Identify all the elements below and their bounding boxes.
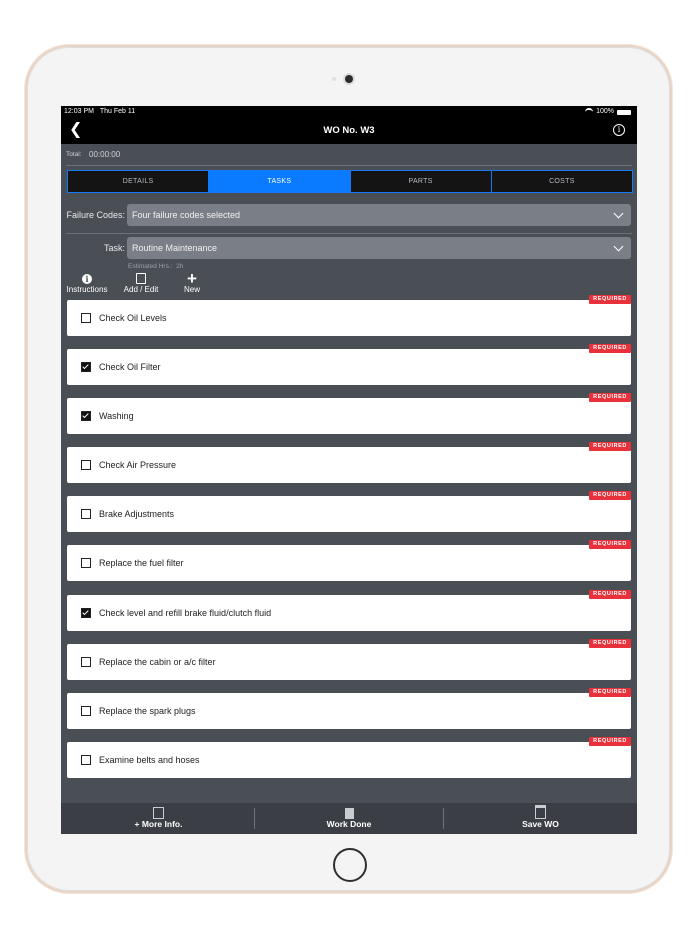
list-item[interactable]: REQUIRED Replace the fuel filter xyxy=(67,540,631,581)
required-badge: REQUIRED xyxy=(589,295,631,304)
battery-icon xyxy=(617,109,631,115)
status-time: 12:03 PM Thu Feb 11 xyxy=(64,108,136,115)
new-button[interactable]: + New xyxy=(179,268,205,295)
tab-details[interactable]: DETAILS xyxy=(68,171,210,192)
wifi-icon xyxy=(585,108,594,116)
chevron-down-icon xyxy=(613,241,624,252)
total-time: Total: 00:00:00 xyxy=(61,144,637,165)
page-title: WO No. W3 xyxy=(323,125,375,136)
failure-codes-select[interactable]: Four failure codes selected xyxy=(127,204,631,226)
save-icon xyxy=(535,805,546,819)
task-item-label: Check Oil Filter xyxy=(99,362,161,372)
task-actions: i Instructions Add / Edit + New xyxy=(61,268,637,298)
more-info-button[interactable]: + More Info. xyxy=(61,803,256,834)
required-badge: REQUIRED xyxy=(589,639,631,648)
checkbox[interactable] xyxy=(81,608,91,618)
plus-icon: + xyxy=(187,268,197,288)
required-badge: REQUIRED xyxy=(589,344,631,353)
toolbar-separator xyxy=(254,808,255,829)
checkbox[interactable] xyxy=(81,313,91,323)
task-item-label: Washing xyxy=(99,411,134,421)
list-item[interactable]: REQUIRED Check level and refill brake fl… xyxy=(67,590,631,631)
save-wo-button[interactable]: Save WO xyxy=(444,803,637,834)
document-icon xyxy=(344,808,354,819)
camera xyxy=(345,75,353,83)
list-item[interactable]: REQUIRED Brake Adjustments xyxy=(67,491,631,532)
checkbox[interactable] xyxy=(81,706,91,716)
checkbox[interactable] xyxy=(81,657,91,667)
task-row: Task: Routine Maintenance xyxy=(61,237,637,259)
add-edit-button[interactable]: Add / Edit xyxy=(119,272,163,294)
app-screen: 12:03 PM Thu Feb 11 100% ❮ WO No. W3 i T… xyxy=(61,106,637,834)
list-item[interactable]: REQUIRED Replace the cabin or a/c filter xyxy=(67,639,631,680)
required-badge: REQUIRED xyxy=(589,540,631,549)
task-item-label: Replace the fuel filter xyxy=(99,558,184,568)
tab-tasks[interactable]: TASKS xyxy=(209,171,351,192)
battery-percent: 100% xyxy=(596,108,614,115)
edit-doc-icon xyxy=(136,273,146,284)
sensor xyxy=(332,77,336,81)
failure-codes-label: Failure Codes: xyxy=(66,210,125,220)
instructions-button[interactable]: i Instructions xyxy=(63,272,111,294)
export-icon xyxy=(153,807,164,819)
total-value: 00:00:00 xyxy=(89,150,121,159)
failure-codes-row: Failure Codes: Four failure codes select… xyxy=(61,204,637,226)
divider xyxy=(66,165,632,166)
tab-parts[interactable]: PARTS xyxy=(351,171,492,192)
list-item[interactable]: REQUIRED Check Oil Filter xyxy=(67,344,631,385)
list-item[interactable]: REQUIRED Replace the spark plugs xyxy=(67,688,631,729)
task-item-label: Check Oil Levels xyxy=(99,313,167,323)
checkbox[interactable] xyxy=(81,755,91,765)
task-value: Routine Maintenance xyxy=(132,243,218,253)
required-badge: REQUIRED xyxy=(589,491,631,500)
checkbox[interactable] xyxy=(81,460,91,470)
task-item-label: Replace the cabin or a/c filter xyxy=(99,657,216,667)
tab-bar: DETAILS TASKS PARTS COSTS xyxy=(67,170,633,193)
status-bar: 12:03 PM Thu Feb 11 100% xyxy=(61,106,637,118)
task-item-label: Check level and refill brake fluid/clutc… xyxy=(99,608,272,618)
checkbox[interactable] xyxy=(81,558,91,568)
checkbox[interactable] xyxy=(81,509,91,519)
info-icon: i xyxy=(82,273,92,284)
checkbox[interactable] xyxy=(81,411,91,421)
list-item[interactable]: REQUIRED Examine belts and hoses xyxy=(67,737,631,778)
task-label: Task: xyxy=(103,243,125,253)
task-item-label: Brake Adjustments xyxy=(99,509,175,519)
list-item[interactable]: REQUIRED Check Oil Levels xyxy=(67,295,631,336)
tab-costs[interactable]: COSTS xyxy=(492,171,632,192)
required-badge: REQUIRED xyxy=(589,442,631,451)
chevron-down-icon xyxy=(613,208,624,219)
estimated-hours: Estimated Hrs.: 2h xyxy=(128,263,184,270)
task-item-label: Check Air Pressure xyxy=(99,460,177,470)
task-select[interactable]: Routine Maintenance xyxy=(127,237,631,259)
failure-codes-value: Four failure codes selected xyxy=(132,210,241,220)
nav-bar: ❮ WO No. W3 i xyxy=(61,118,637,144)
task-item-label: Examine belts and hoses xyxy=(99,755,200,765)
info-circle-icon[interactable]: i xyxy=(613,124,625,136)
list-item[interactable]: REQUIRED Check Air Pressure xyxy=(67,442,631,483)
total-label: Total: xyxy=(66,151,82,158)
divider xyxy=(66,233,632,234)
bottom-toolbar: + More Info. Work Done Save WO xyxy=(61,803,637,834)
checkbox[interactable] xyxy=(81,362,91,372)
required-badge: REQUIRED xyxy=(589,688,631,697)
required-badge: REQUIRED xyxy=(589,590,631,599)
required-badge: REQUIRED xyxy=(589,393,631,402)
list-item[interactable]: REQUIRED Washing xyxy=(67,393,631,434)
required-badge: REQUIRED xyxy=(589,737,631,746)
work-done-button[interactable]: Work Done xyxy=(256,803,442,834)
task-item-label: Replace the spark plugs xyxy=(99,706,196,716)
home-button[interactable] xyxy=(333,848,367,882)
